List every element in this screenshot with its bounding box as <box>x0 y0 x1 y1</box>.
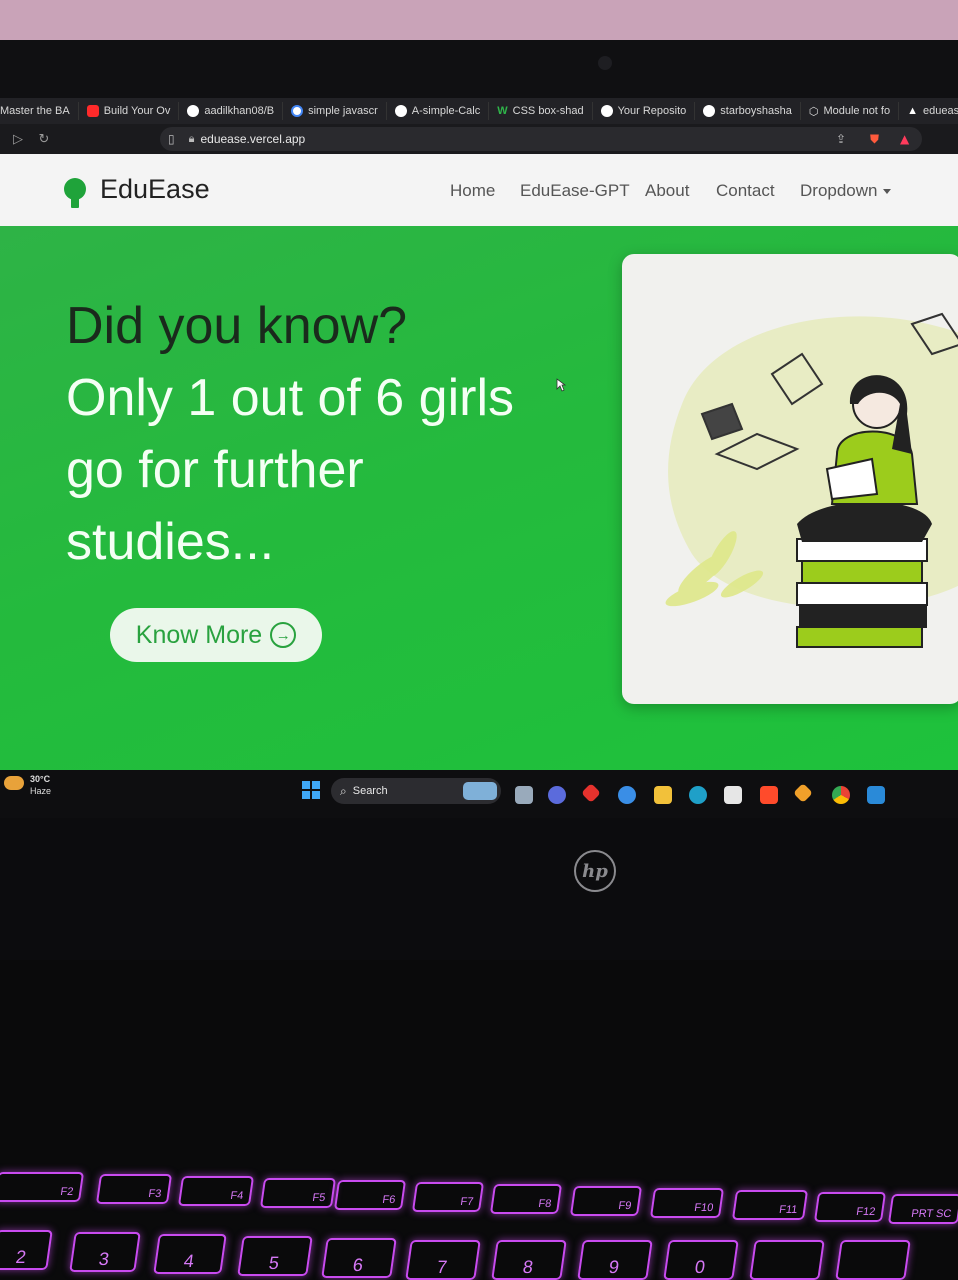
screen-bezel <box>0 40 958 98</box>
search-highlight-icon <box>463 782 497 800</box>
brave-icon[interactable] <box>760 786 778 804</box>
weather-haze-icon[interactable] <box>4 776 24 790</box>
bookmark-item[interactable]: ▲eduease – De <box>899 102 958 120</box>
key-f8: F8 <box>489 1184 563 1214</box>
address-bar-row: ▷ ↻ ▯ 🔒︎ eduease.vercel.app ⇪ ⛊ ▲ <box>0 124 958 154</box>
caret-down-icon <box>882 189 891 195</box>
vscode-icon[interactable] <box>867 786 885 804</box>
bookmark-item[interactable]: simple javascr <box>283 102 387 120</box>
hero-illustration <box>622 254 958 704</box>
lightbulb-icon <box>64 178 86 200</box>
key-f5: F5 <box>259 1178 337 1208</box>
key-3: 3 <box>69 1232 141 1272</box>
chrome-icon[interactable] <box>832 786 850 804</box>
key-minus <box>749 1240 825 1280</box>
bookmark-item[interactable]: aadilkhan08/B <box>179 102 284 120</box>
key-f10: F10 <box>649 1188 725 1218</box>
key-0: 0 <box>663 1240 739 1280</box>
bookmark-item[interactable]: Build Your Ov <box>79 102 180 120</box>
headline-line: go for further <box>66 441 364 499</box>
github-icon <box>394 105 407 117</box>
github-icon <box>187 105 200 117</box>
key-6: 6 <box>321 1238 397 1278</box>
headline-line: Did you know? <box>66 297 408 355</box>
url-field[interactable]: ▯ 🔒︎ eduease.vercel.app ⇪ ⛊ ▲ <box>160 127 922 151</box>
key-f4: F4 <box>177 1176 255 1206</box>
girl-reading-illustration <box>665 312 958 648</box>
bookmark-item[interactable]: A-simple-Calc <box>387 102 490 120</box>
nav-dropdown[interactable]: Dropdown <box>800 181 891 201</box>
edge-icon[interactable] <box>689 786 707 804</box>
know-more-button[interactable]: Know More → <box>110 608 322 662</box>
key-5: 5 <box>237 1236 313 1276</box>
weather-widget[interactable]: 30°C Haze <box>30 773 51 797</box>
brave-rewards-icon[interactable]: ▲ <box>900 132 909 146</box>
key-f12: F12 <box>813 1192 887 1222</box>
brave-shield-icon[interactable]: ⛊ <box>870 132 879 147</box>
bookmark-item[interactable]: Master the BA <box>0 102 79 120</box>
hp-logo: hp <box>574 850 616 892</box>
weather-app-icon[interactable] <box>618 786 636 804</box>
back-icon[interactable]: ▷ <box>10 132 26 147</box>
bookmark-item[interactable]: ⬡ Module not fo <box>801 102 900 120</box>
url-text: eduease.vercel.app <box>200 132 306 146</box>
bookmark-toggle-icon[interactable]: ▯ <box>168 132 175 146</box>
lightbulb-base <box>71 198 79 208</box>
taskbar-search[interactable]: ⌕ Search <box>331 778 501 804</box>
bookmark-item[interactable]: W CSS box-shad <box>489 102 593 120</box>
nav-home[interactable]: Home <box>450 181 495 201</box>
key-f6: F6 <box>333 1180 407 1210</box>
share-icon[interactable]: ⇪ <box>836 132 846 146</box>
key-9: 9 <box>577 1240 653 1280</box>
nav-contact[interactable]: Contact <box>716 181 775 201</box>
key-4: 4 <box>153 1234 227 1274</box>
key-equals <box>835 1240 911 1280</box>
nav-eduease-gpt[interactable]: EduEase-GPT <box>520 181 630 201</box>
headline-line: studies... <box>66 513 275 571</box>
key-prtsc: PRT SC <box>887 1194 958 1224</box>
key-8: 8 <box>491 1240 567 1280</box>
keyboard-deck <box>0 960 958 1280</box>
file-explorer-icon[interactable] <box>654 786 672 804</box>
search-icon: ⌕ <box>340 783 347 798</box>
google-icon <box>291 105 304 117</box>
nav-about[interactable]: About <box>645 181 689 201</box>
reload-icon[interactable]: ↻ <box>36 132 52 147</box>
key-f2: F2 <box>0 1172 85 1202</box>
mouse-cursor-icon <box>556 378 566 392</box>
key-f11: F11 <box>731 1190 809 1220</box>
windows-start-icon[interactable] <box>302 781 320 799</box>
lock-icon: 🔒︎ <box>188 132 195 145</box>
youtube-icon <box>86 105 99 117</box>
key-f3: F3 <box>95 1174 173 1204</box>
arrow-right-circle-icon: → <box>270 622 297 648</box>
w3-icon: W <box>497 105 508 117</box>
task-view-icon[interactable] <box>515 786 533 804</box>
webcam <box>598 56 612 70</box>
brand-logo[interactable]: EduEase <box>100 174 210 205</box>
chat-icon[interactable] <box>548 786 566 804</box>
key-7: 7 <box>405 1240 481 1280</box>
bookmarks-bar: Master the BA Build Your Ov aadilkhan08/… <box>0 98 958 124</box>
cube-icon: ⬡ <box>808 105 819 118</box>
key-f9: F9 <box>569 1186 643 1216</box>
bookmark-item[interactable]: starboyshasha <box>695 102 801 120</box>
hero-headline: Did you know? Only 1 out of 6 girls go f… <box>66 290 514 578</box>
store-icon[interactable] <box>724 786 742 804</box>
vercel-icon: ▲ <box>907 105 918 117</box>
github-icon <box>600 105 613 117</box>
key-f7: F7 <box>411 1182 485 1212</box>
bookmark-item[interactable]: Your Reposito <box>593 102 696 120</box>
github-icon <box>703 105 716 117</box>
key-2: 2 <box>0 1230 53 1270</box>
headline-line: Only 1 out of 6 girls <box>66 369 514 427</box>
